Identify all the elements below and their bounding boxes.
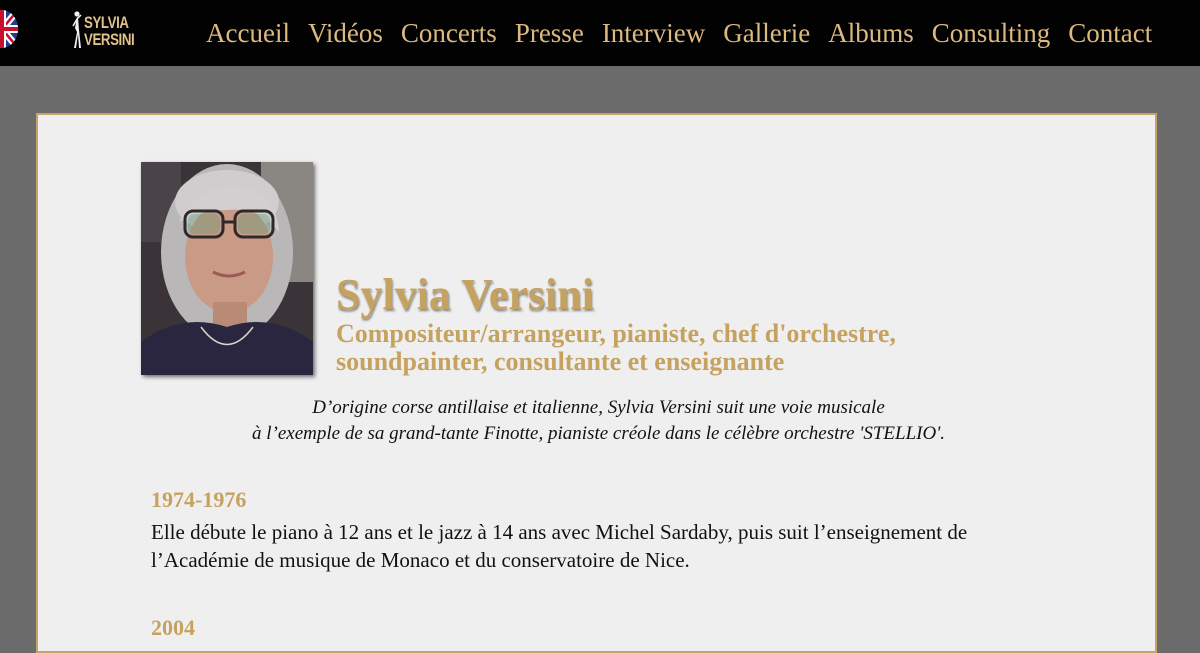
- timeline-text-1974: Elle débute le piano à 12 ans et le jazz…: [151, 520, 968, 572]
- nav-gallerie[interactable]: Gallerie: [723, 16, 810, 50]
- main-menu: Accueil Vidéos Concerts Presse Interview Gall…: [206, 16, 1170, 50]
- uk-flag-icon[interactable]: [0, 10, 18, 48]
- nav-contact[interactable]: Contact: [1068, 16, 1152, 50]
- top-navigation: SYLVIA VERSINI Accueil Vidéos Concerts Pres…: [0, 0, 1200, 66]
- dancer-figure-icon: [72, 11, 82, 48]
- nav-consulting[interactable]: Consulting: [932, 16, 1051, 50]
- portrait-photo: [141, 162, 313, 375]
- timeline-year-1974: 1974-1976: [151, 487, 247, 512]
- artist-name: Sylvia Versini: [336, 270, 594, 319]
- content-panel: Sylvia Versini Compositeur/arrangeur, pi…: [36, 113, 1157, 653]
- nav-accueil[interactable]: Accueil: [206, 16, 290, 50]
- logo-line-1: SYLVIA: [84, 13, 129, 32]
- intro-text: D’origine corse antillaise et italienne,…: [38, 395, 1159, 447]
- nav-interview[interactable]: Interview: [602, 16, 705, 50]
- intro-line-1: D’origine corse antillaise et italienne,…: [312, 397, 885, 418]
- site-logo[interactable]: SYLVIA VERSINI: [70, 8, 150, 52]
- nav-videos[interactable]: Vidéos: [308, 16, 383, 50]
- intro-line-2: à l’exemple de sa grand-tante Finotte, p…: [251, 423, 946, 444]
- nav-presse[interactable]: Presse: [515, 16, 584, 50]
- nav-concerts[interactable]: Concerts: [401, 16, 497, 50]
- nav-albums[interactable]: Albums: [828, 16, 914, 50]
- logo-line-2: VERSINI: [84, 30, 135, 49]
- artist-subtitle: Compositeur/arrangeur, pianiste, chef d'…: [336, 319, 896, 376]
- timeline-year-2004: 2004: [151, 615, 195, 640]
